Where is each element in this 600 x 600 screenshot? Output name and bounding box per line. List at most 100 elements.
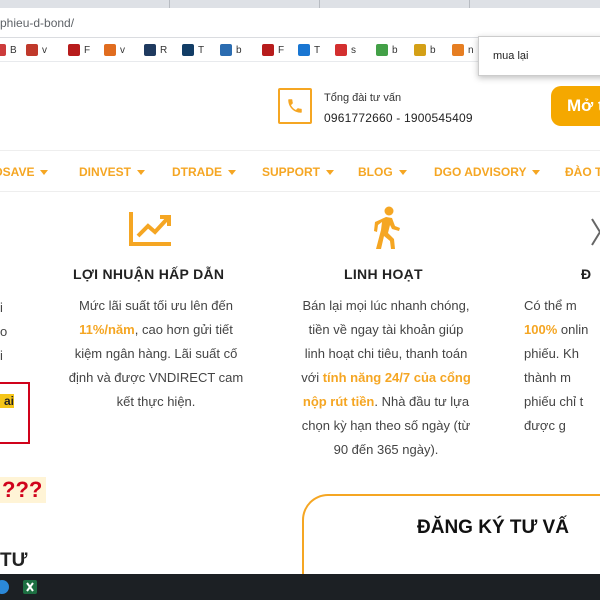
body-text: kiệm ngân hàng. Lãi suất cố bbox=[74, 346, 238, 361]
bookmark-label: b bbox=[430, 44, 436, 56]
feature-line: với tính năng 24/7 của cổng bbox=[280, 366, 492, 390]
main-nav: DSAVE DINVEST DTRADE SUPPORT BLOG DGO ADVISOR… bbox=[0, 150, 600, 192]
body-text: định và được VNDIRECT cam bbox=[68, 370, 244, 385]
find-query[interactable]: mua lại bbox=[493, 50, 528, 62]
bookmark-label: T bbox=[198, 44, 205, 56]
chevron-down-icon bbox=[398, 170, 407, 176]
hotline-label: Tổng đài tư vấn bbox=[324, 92, 402, 104]
nav-item-label: ĐÀO T bbox=[565, 165, 600, 179]
body-text: Có thể m bbox=[524, 298, 577, 313]
bookmark-favicon-icon bbox=[182, 44, 194, 56]
bookmark-label: T bbox=[314, 44, 321, 56]
nav-item-label: DSAVE bbox=[0, 165, 35, 179]
body-text: phiếu chỉ t bbox=[524, 394, 584, 409]
highlight-text: 100% bbox=[524, 322, 558, 337]
nav-item-label: DTRADE bbox=[172, 165, 222, 179]
bookmark-favicon-icon bbox=[298, 44, 310, 56]
body-text: phiếu. Kh bbox=[524, 346, 579, 361]
body-text: với bbox=[301, 370, 323, 385]
nav-item-label: DINVEST bbox=[79, 165, 132, 179]
bookmark-item[interactable]: b bbox=[414, 43, 436, 57]
highlight-box: ai bbox=[0, 382, 30, 444]
highlight-text: nộp rút tiền bbox=[302, 394, 375, 409]
chevron-down-icon bbox=[228, 170, 236, 176]
bookmark-item[interactable]: T bbox=[182, 43, 204, 57]
nav-item[interactable]: DGO ADVISORY bbox=[434, 165, 541, 179]
body-text: thành m bbox=[524, 370, 571, 385]
next-arrow-icon[interactable] bbox=[591, 218, 600, 246]
question-marks-annotation: ??? bbox=[0, 477, 47, 503]
chevron-down-icon bbox=[532, 170, 541, 176]
browser-tab[interactable] bbox=[320, 0, 470, 8]
nav-item[interactable]: DINVEST bbox=[79, 165, 146, 179]
address-bar[interactable]: phieu-d-bond/ bbox=[0, 8, 600, 38]
body-text: Bán lại mọi lúc nhanh chóng, bbox=[302, 298, 470, 313]
bookmark-label: B bbox=[10, 44, 17, 56]
feature-title: Đ bbox=[581, 266, 592, 282]
nav-item[interactable]: ĐÀO T bbox=[565, 165, 600, 179]
body-text: . Nhà đầu tư lựa bbox=[374, 394, 470, 409]
feature-line: Mức lãi suất tối ưu lên đến bbox=[52, 294, 260, 318]
bookmark-label: v bbox=[120, 44, 125, 56]
nav-item[interactable]: SUPPORT bbox=[262, 165, 335, 179]
bookmark-item[interactable]: F bbox=[68, 43, 90, 57]
highlight-text: tính năng 24/7 của cổng bbox=[322, 370, 471, 385]
bookmark-favicon-icon bbox=[220, 44, 232, 56]
feature-line: định và được VNDIRECT cam bbox=[52, 366, 260, 390]
bookmark-item[interactable]: b bbox=[220, 43, 242, 57]
highlight-text: 11%/năm bbox=[79, 322, 135, 337]
nav-item[interactable]: DTRADE bbox=[172, 165, 236, 179]
feature-line: thành m bbox=[524, 366, 600, 390]
bookmark-label: b bbox=[236, 44, 242, 56]
nav-item[interactable]: DSAVE bbox=[0, 165, 49, 179]
open-account-button[interactable]: Mở t bbox=[551, 86, 600, 126]
screen: phieu-d-bond/ BvFvRTbFTsbbnF mua lại Tổn… bbox=[0, 0, 600, 600]
bookmark-favicon-icon bbox=[68, 44, 80, 56]
nav-item-label: SUPPORT bbox=[262, 165, 321, 179]
bookmark-label: R bbox=[160, 44, 168, 56]
body-text: Mức lãi suất tối ưu lên đến bbox=[79, 298, 233, 313]
find-box[interactable]: mua lại bbox=[478, 36, 600, 76]
walking-person-icon bbox=[374, 206, 400, 249]
body-text: , cao hơn gửi tiết bbox=[134, 322, 233, 337]
bookmark-label: F bbox=[84, 44, 91, 56]
bookmark-label: v bbox=[42, 44, 47, 56]
browser-tab[interactable] bbox=[170, 0, 320, 8]
nav-item[interactable]: BLOG bbox=[358, 165, 407, 179]
feature-description: Bán lại mọi lúc nhanh chóng, tiền về ngay… bbox=[280, 294, 492, 462]
feature-line: được g bbox=[524, 414, 600, 438]
phone-icon bbox=[278, 88, 312, 124]
bookmark-item[interactable]: R bbox=[144, 43, 167, 57]
chevron-down-icon bbox=[40, 170, 49, 176]
bookmark-item[interactable]: s bbox=[335, 43, 356, 57]
bookmark-item[interactable]: B bbox=[0, 43, 17, 57]
bookmark-label: s bbox=[351, 44, 356, 56]
bookmark-item[interactable]: b bbox=[376, 43, 398, 57]
body-text: tiền về ngay tài khoản giúp bbox=[308, 322, 464, 337]
feature-title: LINH HOẠT bbox=[344, 266, 423, 282]
body-text: chọn kỳ hạn theo số ngày (từ bbox=[301, 418, 471, 433]
hotline-numbers[interactable]: 0961772660 - 1900545409 bbox=[324, 111, 473, 125]
windows-taskbar bbox=[0, 574, 600, 600]
bookmark-label: b bbox=[392, 44, 398, 56]
feature-line: nộp rút tiền. Nhà đầu tư lựa bbox=[280, 390, 492, 414]
bookmark-item[interactable]: v bbox=[26, 43, 47, 57]
browser-tab[interactable] bbox=[20, 0, 170, 8]
left-fragment-text: o bbox=[0, 324, 8, 339]
nav-item-label: DGO ADVISORY bbox=[434, 165, 527, 179]
bookmark-item[interactable]: n bbox=[452, 43, 474, 57]
url-text[interactable]: phieu-d-bond/ bbox=[0, 16, 74, 30]
chevron-down-icon bbox=[326, 170, 335, 176]
excel-icon[interactable] bbox=[22, 579, 38, 595]
bookmark-item[interactable]: T bbox=[298, 43, 320, 57]
edge-icon[interactable] bbox=[0, 579, 10, 595]
feature-line: phiếu chỉ t bbox=[524, 390, 600, 414]
feature-line: Bán lại mọi lúc nhanh chóng, bbox=[280, 294, 492, 318]
feature-line: kiệm ngân hàng. Lãi suất cố bbox=[52, 342, 260, 366]
bookmark-item[interactable]: v bbox=[104, 43, 125, 57]
body-text: onlin bbox=[557, 322, 589, 337]
bookmark-favicon-icon bbox=[144, 44, 156, 56]
feature-description: Có thể m 100% onlin phiếu. Kh thành m phiếu … bbox=[524, 294, 600, 438]
highlight-fragment: ai bbox=[0, 394, 14, 408]
bookmark-item[interactable]: F bbox=[262, 43, 284, 57]
